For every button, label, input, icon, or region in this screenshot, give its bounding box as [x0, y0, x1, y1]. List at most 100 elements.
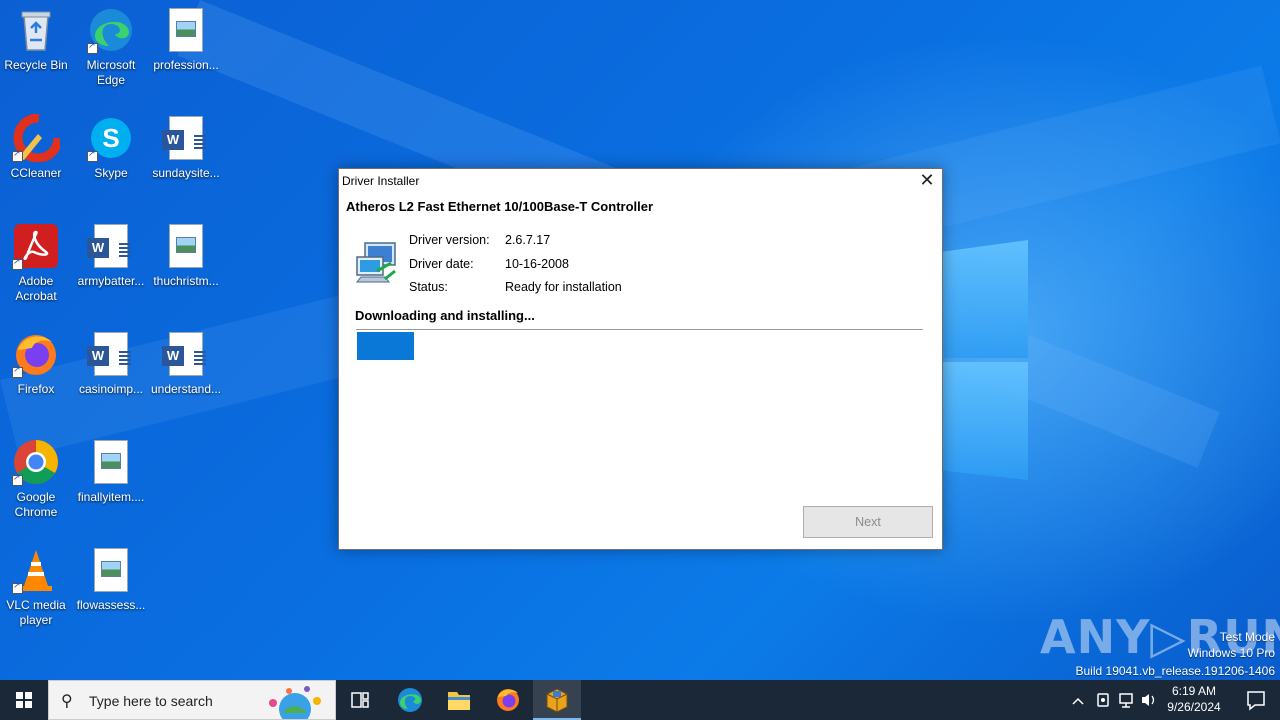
desktop-icon-microsoft-edge[interactable]: Microsoft Edge	[73, 6, 149, 88]
field-label: Driver date:	[409, 256, 474, 271]
desktop-icon-label: Firefox	[17, 382, 55, 396]
shortcut-arrow-icon	[12, 581, 23, 594]
desktop-icon-thuchristm[interactable]: thuchristm...	[148, 222, 224, 289]
task-view-button[interactable]	[336, 680, 384, 720]
desktop-icon-label: profession...	[153, 58, 219, 72]
taskbar: ⚲ Type here to search 6:19 AM 9/26/2024	[0, 680, 1280, 720]
desktop-icon-label: understand...	[150, 382, 222, 396]
word-document-icon: W	[87, 222, 135, 270]
desktop-icon-sundaysite[interactable]: W sundaysite...	[148, 114, 224, 181]
image-file-icon	[162, 222, 210, 270]
desktop-icon-adobe-acrobat[interactable]: Adobe Acrobat	[0, 222, 74, 304]
desktop-icon-casinoimp[interactable]: W casinoimp...	[73, 330, 149, 397]
word-document-icon: W	[87, 330, 135, 378]
taskbar-search-box[interactable]: ⚲ Type here to search	[48, 680, 336, 720]
field-label: Driver version:	[409, 233, 490, 247]
shortcut-arrow-icon	[12, 257, 23, 270]
system-tray	[1068, 680, 1158, 720]
clock-date: 9/26/2024	[1167, 700, 1221, 714]
folder-icon	[448, 692, 470, 710]
desktop-icon-label: thuchristm...	[153, 274, 219, 288]
progress-label: Downloading and installing...	[355, 308, 535, 323]
image-file-icon	[162, 6, 210, 54]
svg-text:S: S	[102, 123, 119, 153]
taskbar-driver-installer-button[interactable]	[533, 680, 581, 720]
taskbar-firefox-button[interactable]	[484, 680, 532, 720]
desktop-icon-label: finallyitem....	[77, 490, 145, 504]
driver-version-value: 2.6.7.17	[505, 233, 551, 247]
desktop-icon-label: Recycle Bin	[4, 58, 68, 72]
desktop-icon-armybatter[interactable]: W armybatter...	[73, 222, 149, 289]
desktop-icon-label: sundaysite...	[152, 166, 220, 180]
image-file-icon	[87, 438, 135, 486]
chevron-up-icon[interactable]	[1072, 697, 1084, 705]
desktop-icon-skype[interactable]: S Skype	[73, 114, 149, 181]
word-document-icon: W	[162, 114, 210, 162]
dialog-title: Driver Installer	[342, 174, 420, 188]
driver-info: Driver version: 2.6.7.17 Driver date: 10…	[409, 233, 709, 304]
driver-date-row: Driver date: 10-16-2008	[409, 257, 709, 281]
taskbar-edge-button[interactable]	[386, 680, 434, 720]
edge-icon	[87, 6, 135, 54]
device-name-heading: Atheros L2 Fast Ethernet 10/100Base-T Co…	[346, 199, 654, 214]
shortcut-arrow-icon	[87, 149, 98, 162]
windows-logo-wallpaper	[942, 240, 1030, 480]
search-icon: ⚲	[61, 691, 73, 710]
desktop-icon-label: Microsoft Edge	[86, 58, 136, 87]
edge-icon	[398, 688, 422, 712]
desktop-icon-label: Adobe Acrobat	[15, 274, 57, 303]
adobe-acrobat-icon	[12, 222, 60, 270]
volume-icon[interactable]	[1142, 694, 1155, 706]
desktop-icon-profession[interactable]: profession...	[148, 6, 224, 73]
taskbar-clock[interactable]: 6:19 AM 9/26/2024	[1160, 683, 1228, 715]
desktop-icon-ccleaner[interactable]: CCleaner	[0, 113, 74, 181]
installer-package-icon	[546, 688, 568, 713]
task-view-icon	[351, 692, 369, 708]
desktop-icon-label: casinoimp...	[78, 382, 144, 396]
clock-time: 6:19 AM	[1171, 684, 1217, 698]
search-highlight-illustration	[259, 683, 329, 720]
desktop-icon-label: VLC media player	[6, 598, 66, 627]
next-button[interactable]: Next	[803, 506, 933, 538]
driver-installer-dialog: Driver Installer ✕ Atheros L2 Fast Ether…	[338, 168, 943, 550]
shortcut-arrow-icon	[12, 365, 23, 378]
word-document-icon: W	[162, 330, 210, 378]
desktop-icon-finallyitem[interactable]: finallyitem....	[73, 438, 149, 505]
desktop-icon-recycle-bin[interactable]: Recycle Bin	[0, 6, 74, 73]
windows-edition-text: Windows 10 Pro	[1187, 646, 1275, 660]
firefox-icon	[12, 330, 60, 378]
action-center-button[interactable]	[1232, 680, 1280, 720]
desktop-icon-firefox[interactable]: Firefox	[0, 330, 74, 397]
test-mode-text: Test Mode	[1219, 630, 1275, 644]
desktop-icon-flowassess[interactable]: flowassess...	[73, 546, 149, 613]
windows-start-icon	[16, 692, 32, 708]
desktop-icon-understand[interactable]: W understand...	[148, 330, 224, 397]
desktop-icon-label: Skype	[94, 166, 128, 180]
progress-fill	[357, 332, 414, 360]
taskbar-file-explorer-button[interactable]	[435, 680, 483, 720]
shortcut-arrow-icon	[12, 473, 23, 486]
desktop-icon-google-chrome[interactable]: Google Chrome	[0, 438, 74, 520]
dialog-titlebar[interactable]: Driver Installer ✕	[339, 169, 942, 193]
status-row: Status: Ready for installation	[409, 280, 709, 304]
build-text: Build 19041.vb_release.191206-1406	[1075, 664, 1276, 678]
chrome-icon	[12, 438, 60, 486]
desktop-icon-label: Google Chrome	[14, 490, 58, 519]
network-icon[interactable]	[1119, 693, 1133, 708]
firefox-icon	[497, 689, 519, 711]
ccleaner-icon	[12, 113, 63, 163]
device-icon[interactable]	[1097, 693, 1109, 707]
start-button[interactable]	[0, 680, 48, 720]
close-icon[interactable]: ✕	[912, 169, 942, 193]
shortcut-arrow-icon	[12, 149, 23, 162]
desktop-icon-label: CCleaner	[10, 166, 62, 180]
image-file-icon	[87, 546, 135, 594]
network-computer-icon	[355, 241, 399, 285]
status-value: Ready for installation	[505, 280, 622, 294]
desktop-icon-vlc[interactable]: VLC media player	[0, 546, 74, 628]
recycle-bin-icon	[12, 6, 60, 54]
driver-date-value: 10-16-2008	[505, 256, 569, 271]
progress-bar	[356, 329, 923, 361]
shortcut-arrow-icon	[87, 41, 98, 54]
search-placeholder: Type here to search	[89, 693, 213, 709]
